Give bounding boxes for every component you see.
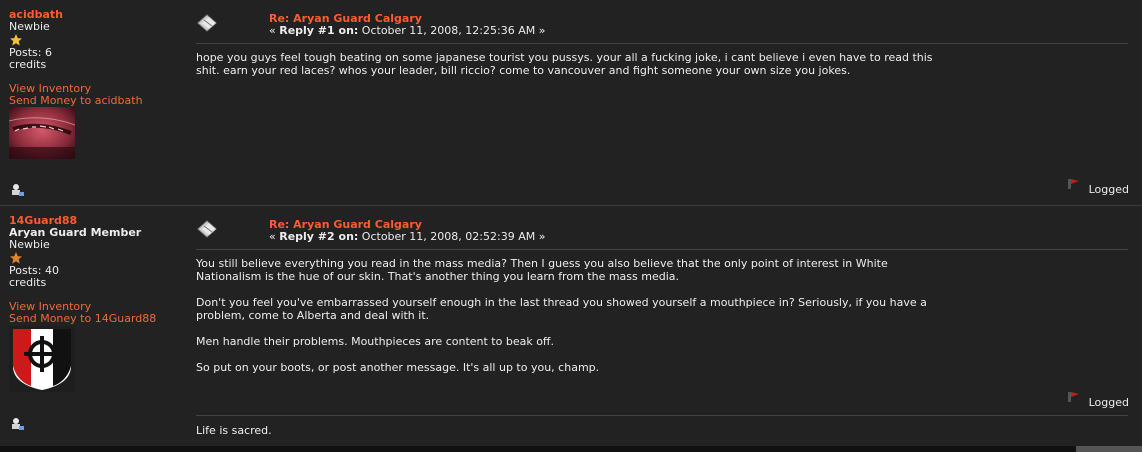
post-paragraph: Men handle their problems. Mouthpieces a… <box>196 335 555 348</box>
post-body: You still believe everything you read in… <box>196 257 956 387</box>
post-paragraph: You still believe everything you read in… <box>196 257 888 283</box>
post-date: October 11, 2008, 02:52:39 AM » <box>358 230 546 243</box>
post-date: October 11, 2008, 12:25:36 AM » <box>358 24 546 37</box>
post-paragraph: hope you guys feel tough beating on some… <box>196 51 933 77</box>
report-icon[interactable] <box>1067 391 1081 403</box>
profile-icon[interactable] <box>11 417 25 431</box>
signature: Life is sacred. <box>196 424 272 437</box>
user-rank: Newbie <box>9 20 50 33</box>
credits: credits <box>9 276 47 289</box>
post-paragraph: So put on your boots, or post another me… <box>196 361 600 374</box>
post-icon <box>196 219 222 239</box>
post-2: 14Guard88 Aryan Guard Member Newbie Post… <box>0 206 1142 447</box>
star-icon <box>9 33 184 47</box>
post-meta: « Reply #2 on: October 11, 2008, 02:52:3… <box>269 230 545 243</box>
bottom-bar <box>0 446 1142 452</box>
corner-tab <box>1076 446 1142 452</box>
poster-info: acidbath Newbie Posts: 6 credits View In… <box>9 9 184 107</box>
signature-divider <box>196 415 1128 416</box>
send-money-link[interactable]: Send Money to 14Guard88 <box>9 313 184 325</box>
logged-status: Logged <box>1088 396 1129 409</box>
credits: credits <box>9 58 47 71</box>
send-money-link[interactable]: Send Money to acidbath <box>9 95 184 107</box>
user-rank: Newbie <box>9 238 50 251</box>
star-icon <box>9 251 184 265</box>
meta-prefix: « <box>269 230 280 243</box>
report-icon[interactable] <box>1067 178 1081 190</box>
avatar <box>9 326 75 392</box>
divider <box>196 43 1128 44</box>
meta-prefix: « <box>269 24 280 37</box>
profile-icon[interactable] <box>11 183 25 197</box>
poster-info: 14Guard88 Aryan Guard Member Newbie Post… <box>9 215 184 325</box>
reply-label: Reply #2 on: <box>279 230 359 243</box>
post-paragraph: Don't you feel you've embarrassed yourse… <box>196 296 927 322</box>
reply-label: Reply #1 on: <box>279 24 359 37</box>
avatar <box>8 107 76 159</box>
divider <box>196 249 1128 250</box>
post-body: hope you guys feel tough beating on some… <box>196 51 956 90</box>
post-1: acidbath Newbie Posts: 6 credits View In… <box>0 0 1142 206</box>
logged-status: Logged <box>1088 183 1129 196</box>
post-icon <box>196 13 222 33</box>
post-meta: « Reply #1 on: October 11, 2008, 12:25:3… <box>269 24 545 37</box>
